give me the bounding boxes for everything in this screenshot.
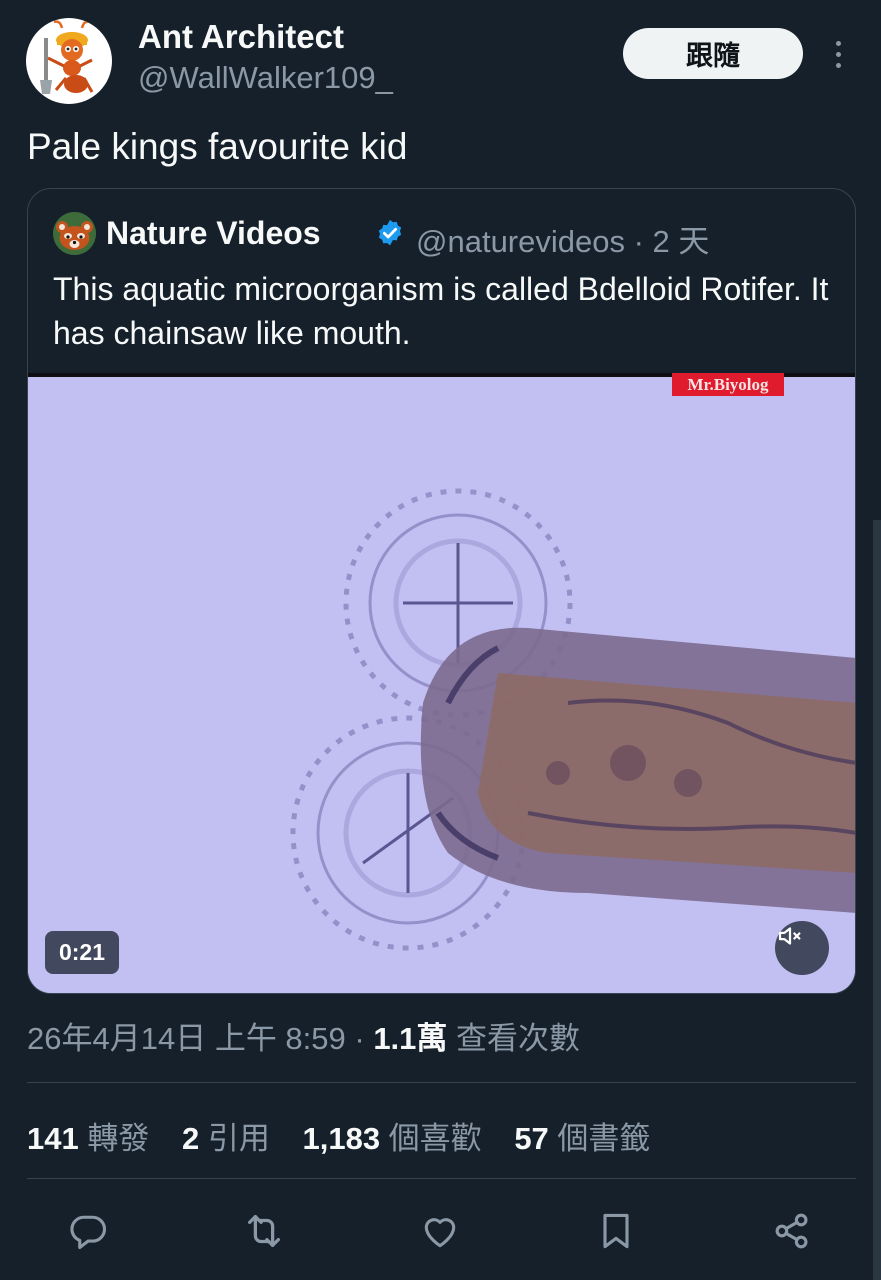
author-display-name[interactable]: Ant Architect xyxy=(138,18,344,56)
ant-with-shovel-icon xyxy=(40,20,94,94)
views-label: 查看次數 xyxy=(447,1021,581,1056)
quoted-display-name[interactable]: Nature Videos xyxy=(106,215,321,252)
follow-button[interactable]: 跟隨 xyxy=(623,28,803,79)
stat-bookmarks[interactable]: 57 個書籤 xyxy=(514,1113,650,1158)
red-panda-icon xyxy=(53,212,96,255)
volume-muted-icon[interactable] xyxy=(775,921,829,975)
quoted-tweet-header: Nature Videos @naturevideos · 2 天 xyxy=(53,211,833,259)
stat-number: 1,183 xyxy=(302,1121,381,1156)
divider xyxy=(27,1082,856,1083)
stat-label: 引用 xyxy=(199,1121,270,1156)
tweet-text: Pale kings favourite kid xyxy=(27,126,408,167)
engagement-stats: 141 轉發 2 引用 1,183 個喜歡 57 個書籤 xyxy=(27,1113,674,1157)
views-count[interactable]: 1.1萬 xyxy=(373,1021,447,1056)
bookmark-icon[interactable] xyxy=(585,1200,647,1262)
red-panda-avatar[interactable] xyxy=(53,212,96,255)
stat-label: 個喜歡 xyxy=(380,1121,482,1156)
stat-label: 個書籤 xyxy=(548,1121,651,1156)
action-bar xyxy=(0,1200,881,1262)
tweet-header: Ant Architect @WallWalker109_ 跟隨 xyxy=(0,0,881,118)
verified-badge-icon xyxy=(375,218,405,248)
scrollbar[interactable] xyxy=(873,520,881,1280)
quoted-tweet-text: This aquatic microorganism is called Bde… xyxy=(53,271,829,351)
author-handle[interactable]: @WallWalker109_ xyxy=(138,60,393,96)
quoted-handle-time: @naturevideos · 2 天 xyxy=(416,224,710,259)
stat-number: 57 xyxy=(514,1121,549,1156)
ant-avatar[interactable] xyxy=(26,18,112,104)
divider xyxy=(27,1178,856,1179)
stat-likes[interactable]: 1,183 個喜歡 xyxy=(302,1113,481,1158)
video-duration: 0:21 xyxy=(45,931,119,974)
video-watermark: Mr.Biyolog xyxy=(672,373,784,396)
retweet-icon[interactable] xyxy=(233,1200,295,1262)
stat-number: 141 xyxy=(27,1121,79,1156)
tweet-meta: 26年4月14日 上午 8:59 · 1.1萬 查看次數 xyxy=(27,1013,580,1058)
stat-quotes[interactable]: 2 引用 xyxy=(182,1113,270,1158)
video-player[interactable]: Mr.Biyolog 0:21 xyxy=(28,373,855,993)
reply-icon[interactable] xyxy=(57,1200,119,1262)
more-vertical-icon[interactable] xyxy=(826,34,850,74)
video-frame xyxy=(28,373,855,993)
share-icon[interactable] xyxy=(761,1200,823,1262)
stat-label: 轉發 xyxy=(78,1121,150,1156)
stat-retweets[interactable]: 141 轉發 xyxy=(27,1113,149,1158)
quoted-tweet[interactable]: Nature Videos @naturevideos · 2 天 This a… xyxy=(27,188,856,994)
stat-number: 2 xyxy=(181,1121,200,1156)
like-icon[interactable] xyxy=(409,1200,471,1262)
tweet-date[interactable]: 26年4月14日 上午 8:59 · xyxy=(27,1021,373,1056)
